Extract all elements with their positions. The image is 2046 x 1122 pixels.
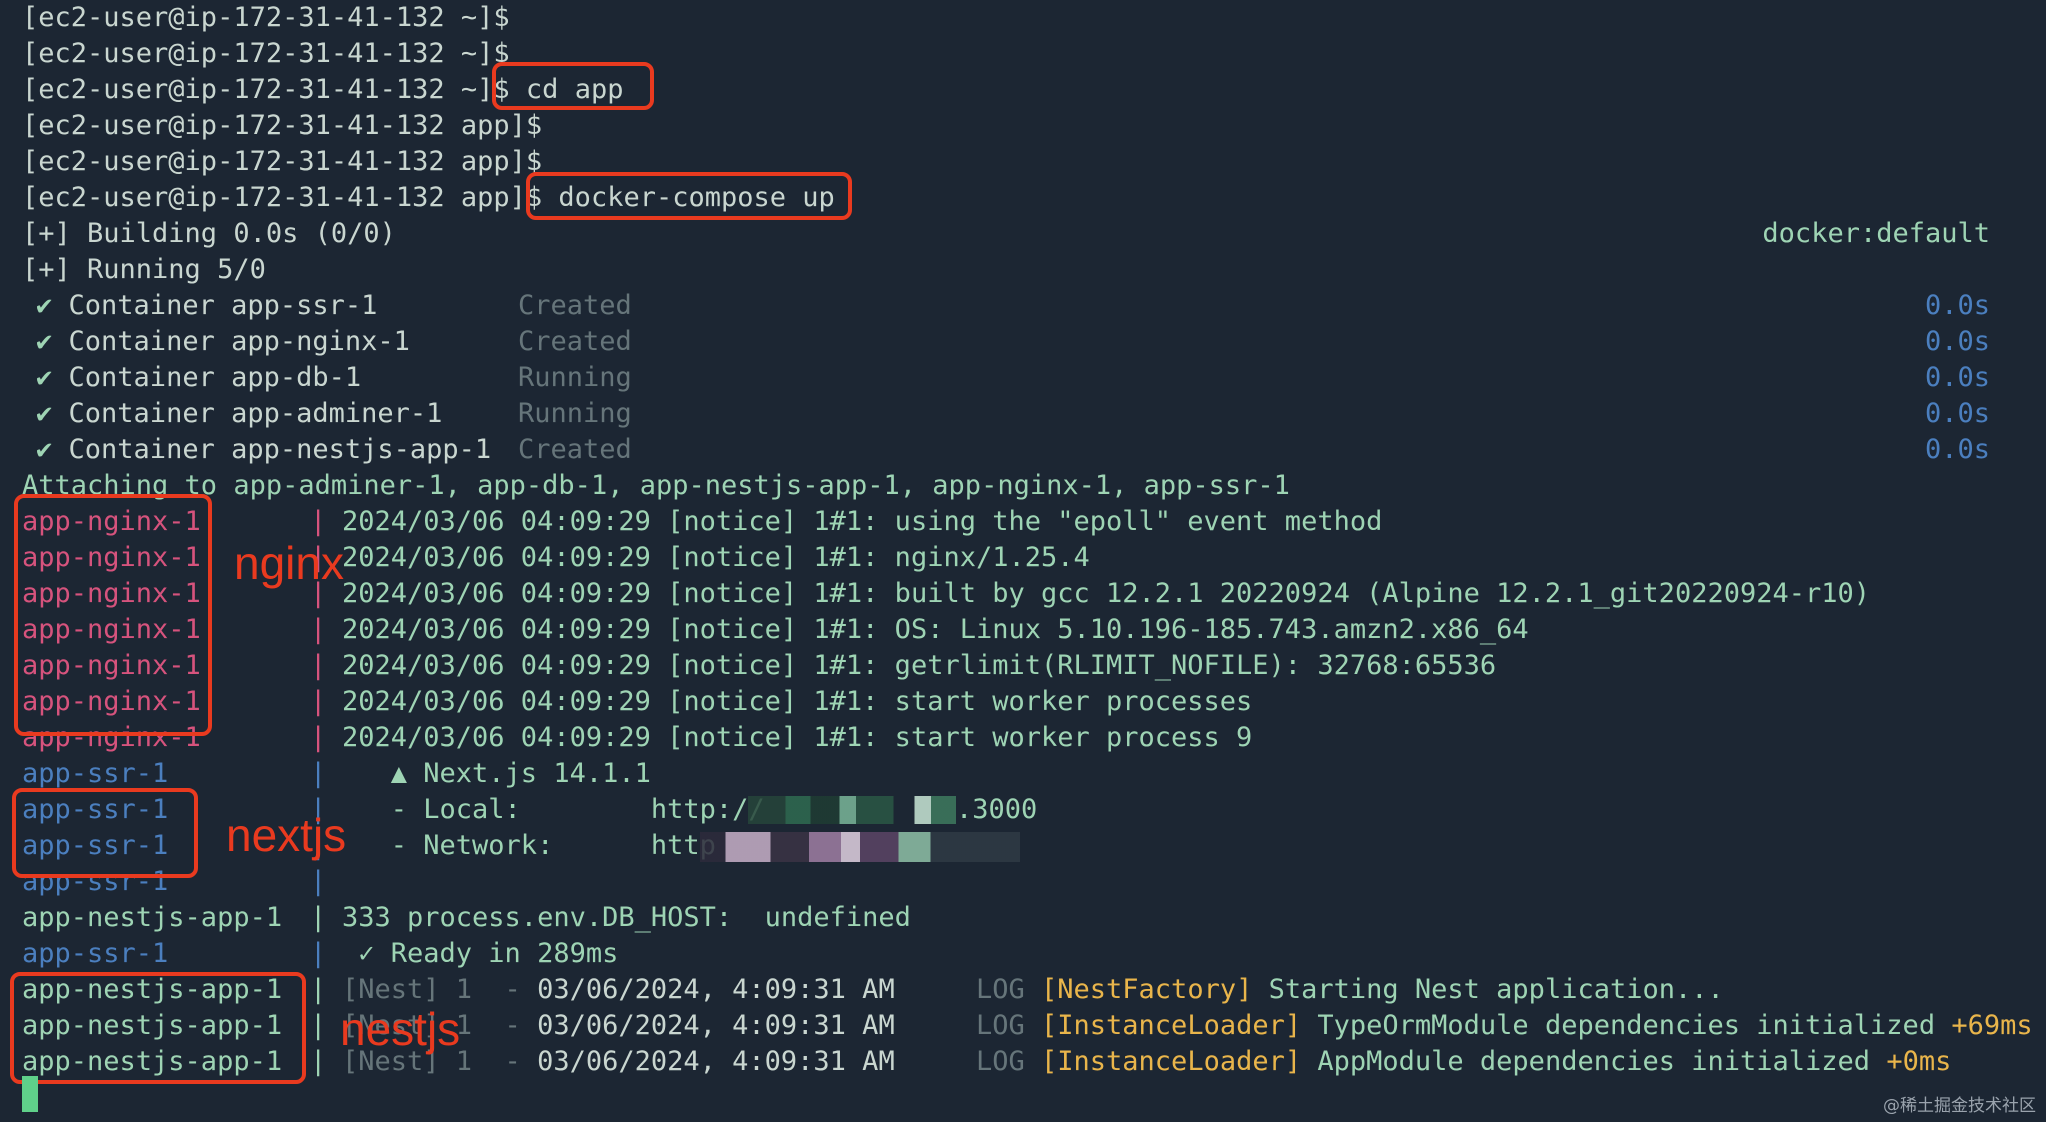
annotation-nestjs: nestjs (340, 1003, 461, 1055)
prompt: [ec2-user@ip-172-31-41-132 app]$ (22, 146, 543, 177)
container-time: 0.0s (1924, 326, 1990, 357)
log-separator: | (310, 1010, 327, 1041)
terminal-cursor (22, 1076, 38, 1112)
nest-context: [NestFactory] (1041, 974, 1253, 1005)
log-message: - Network: http (342, 830, 716, 861)
log-separator: | (310, 650, 327, 681)
check-icon: ✔ (36, 326, 53, 357)
container-time: 0.0s (1924, 362, 1990, 393)
container-row: ✔ Container app-db-1 (36, 360, 361, 396)
check-icon: ✔ (36, 398, 53, 429)
prompt: [ec2-user@ip-172-31-41-132 ~]$ (22, 2, 510, 33)
log-separator: | (310, 758, 327, 789)
log-separator: | (310, 866, 327, 897)
log-separator: | (310, 722, 327, 753)
log-message: 2024/03/06 04:09:29 [notice] 1#1: built … (342, 578, 1871, 609)
container-name: Container app-adminer-1 (68, 398, 443, 429)
log-message: 2024/03/06 04:09:29 [notice] 1#1: getrli… (342, 650, 1497, 681)
nest-log-line: [Nest] 1 - 03/06/2024, 4:09:31 AM LOG [I… (342, 1044, 1951, 1080)
log-message: 333 process.env.DB_HOST: undefined (342, 902, 911, 933)
nest-extra: +0ms (1886, 1046, 1952, 1077)
log-separator: | (310, 974, 327, 1005)
nest-context: [InstanceLoader] (1041, 1046, 1302, 1077)
docker-context: docker:default (1762, 218, 1990, 249)
log-separator: | (310, 938, 327, 969)
container-status: Created (518, 434, 632, 465)
service-label: app-nestjs-app-1 (22, 902, 283, 933)
check-icon: ✔ (36, 434, 53, 465)
nest-log-line: [Nest] 1 - 03/06/2024, 4:09:31 AM LOG [I… (342, 1008, 2033, 1044)
log-separator: | (310, 902, 327, 933)
watermark: @稀土掘金技术社区 (1883, 1096, 2036, 1116)
container-name: Container app-nestjs-app-1 (68, 434, 492, 465)
nest-date: 03/06/2024, 4:09:31 AM (537, 1046, 895, 1077)
container-row: ✔ Container app-nestjs-app-1 (36, 432, 491, 468)
highlight-box-cd-app (492, 62, 654, 110)
log-message: 2024/03/06 04:09:29 [notice] 1#1: using … (342, 506, 1383, 537)
running-status: [+] Running 5/0 (22, 254, 266, 285)
log-message-tail: .3000 (956, 794, 1038, 825)
redacted-block (700, 832, 1020, 862)
log-separator: | (310, 506, 327, 537)
log-message: 2024/03/06 04:09:29 [notice] 1#1: start … (342, 686, 1253, 717)
annotation-nextjs: nextjs (226, 809, 347, 861)
container-time: 0.0s (1924, 434, 1990, 465)
nest-context: [InstanceLoader] (1041, 1010, 1302, 1041)
highlight-box-docker-compose-up (526, 172, 852, 220)
container-status: Running (518, 398, 632, 429)
highlight-box-nestjs (10, 972, 306, 1084)
build-status: [+] Building 0.0s (0/0) (22, 218, 396, 249)
container-name: Container app-db-1 (68, 362, 362, 393)
prompt: [ec2-user@ip-172-31-41-132 ~]$ (22, 38, 510, 69)
container-name: Container app-nginx-1 (68, 326, 410, 357)
log-separator: | (310, 614, 327, 645)
log-separator: | (310, 686, 327, 717)
log-message: 2024/03/06 04:09:29 [notice] 1#1: nginx/… (342, 542, 1090, 573)
check-icon: ✔ (36, 362, 53, 393)
prompt-line: [ec2-user@ip-172-31-41-132 app]$ (22, 108, 542, 144)
attaching-line: Attaching to app-adminer-1, app-db-1, ap… (22, 470, 1290, 501)
container-name: Container app-ssr-1 (68, 290, 378, 321)
terminal-window[interactable]: [ec2-user@ip-172-31-41-132 ~]$ [ec2-user… (0, 0, 2046, 1122)
highlight-box-nginx (14, 494, 212, 736)
container-status: Running (518, 362, 632, 393)
nest-text: TypeOrmModule dependencies initialized (1301, 1010, 1952, 1041)
nest-log-line: [Nest] 1 - 03/06/2024, 4:09:31 AM LOG [N… (342, 972, 1724, 1008)
nest-level: LOG (894, 1010, 1042, 1041)
log-separator: | (310, 1046, 327, 1077)
nest-level: LOG (894, 1046, 1042, 1077)
check-icon: ✔ (36, 290, 53, 321)
log-message: - Local: http:// (342, 794, 765, 825)
nest-prefix: [Nest] 1 - (342, 974, 538, 1005)
prompt: [ec2-user@ip-172-31-41-132 app]$ (22, 182, 543, 213)
nest-date: 03/06/2024, 4:09:31 AM (537, 974, 895, 1005)
container-status: Created (518, 290, 632, 321)
service-label: app-ssr-1 (22, 938, 169, 969)
highlight-box-nextjs (12, 788, 198, 878)
container-row: ✔ Container app-adminer-1 (36, 396, 442, 432)
nest-extra: +69ms (1951, 1010, 2033, 1041)
nest-text: Starting Nest application... (1252, 974, 1724, 1005)
nest-level: LOG (894, 974, 1042, 1005)
container-row: ✔ Container app-nginx-1 (36, 324, 410, 360)
container-time: 0.0s (1924, 290, 1990, 321)
nest-date: 03/06/2024, 4:09:31 AM (537, 1010, 895, 1041)
prompt-line: [ec2-user@ip-172-31-41-132 ~]$ (22, 0, 510, 36)
annotation-nginx: nginx (234, 537, 344, 589)
prompt-line: [ec2-user@ip-172-31-41-132 ~]$ (22, 36, 510, 72)
prompt: [ec2-user@ip-172-31-41-132 app]$ (22, 110, 543, 141)
container-status: Created (518, 326, 632, 357)
prompt: [ec2-user@ip-172-31-41-132 ~]$ (22, 74, 510, 105)
container-row: ✔ Container app-ssr-1 (36, 288, 377, 324)
service-label: app-ssr-1 (22, 758, 169, 789)
prompt-line: [ec2-user@ip-172-31-41-132 app]$ (22, 144, 542, 180)
redacted-block (748, 796, 956, 824)
log-message: ▲ Next.js 14.1.1 (342, 758, 651, 789)
log-message: 2024/03/06 04:09:29 [notice] 1#1: OS: Li… (342, 614, 1529, 645)
log-message: ✓ Ready in 289ms (342, 938, 619, 969)
nest-text: AppModule dependencies initialized (1301, 1046, 1887, 1077)
container-time: 0.0s (1924, 398, 1990, 429)
log-message: 2024/03/06 04:09:29 [notice] 1#1: start … (342, 722, 1253, 753)
